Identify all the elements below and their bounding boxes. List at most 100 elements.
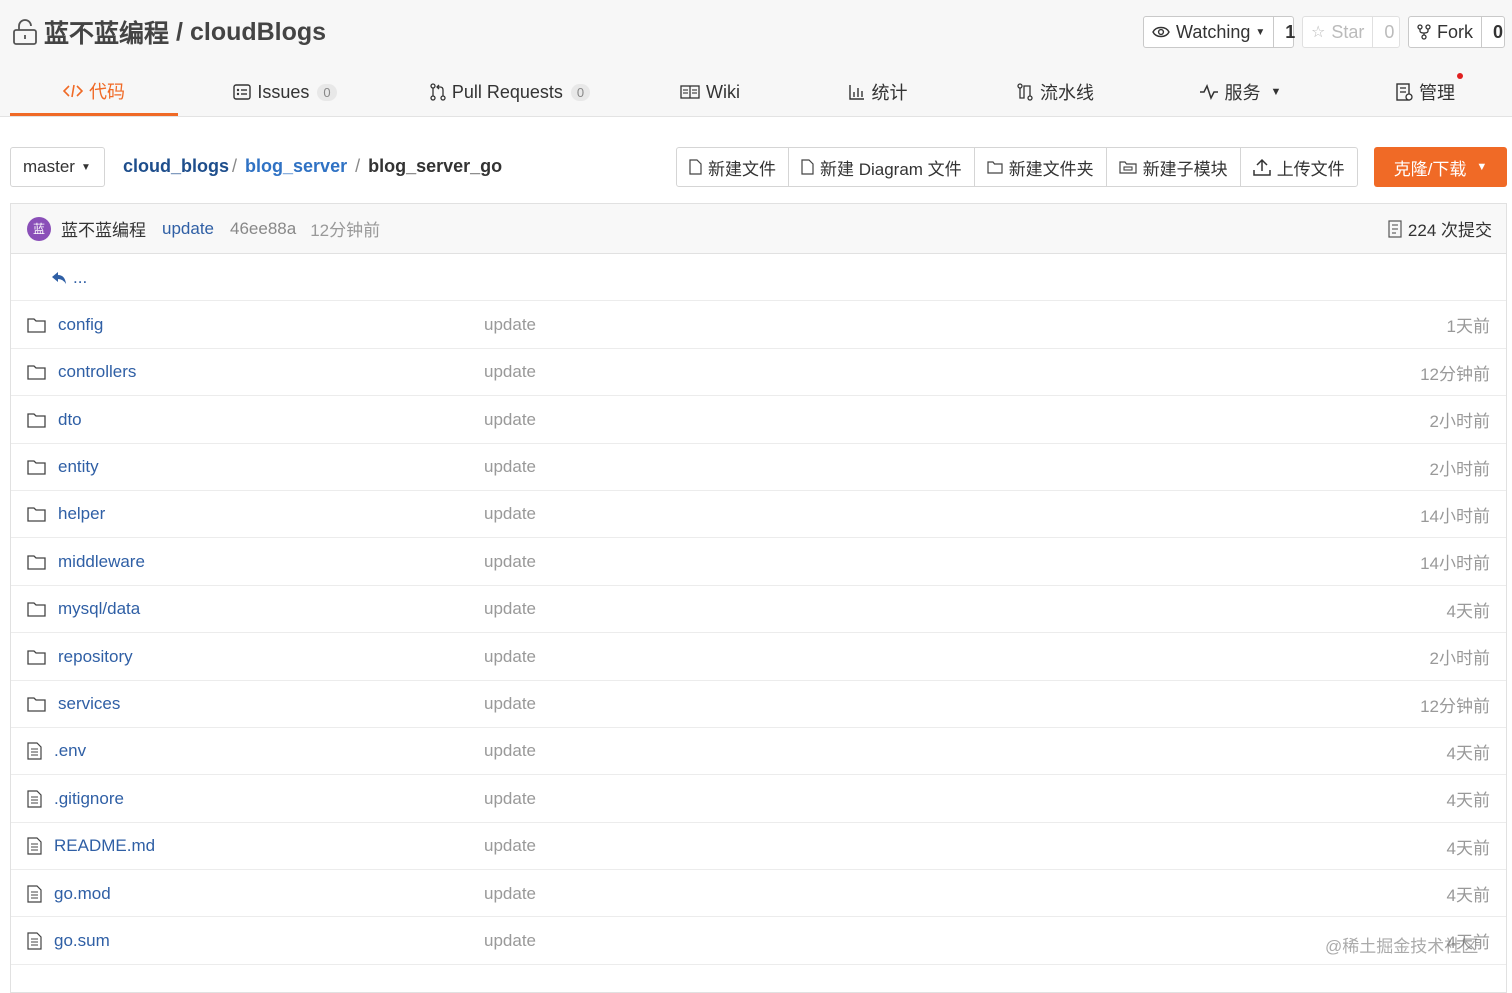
new-folder-label: 新建文件夹 xyxy=(1008,159,1094,179)
parent-directory-row[interactable]: ... xyxy=(11,254,1506,302)
watch-button[interactable]: Watching ▼ 1 xyxy=(1143,16,1295,48)
file-commit-message[interactable]: update xyxy=(484,396,536,443)
folder-link[interactable]: services xyxy=(27,681,120,728)
file-commit-time: 12分钟前 xyxy=(1420,364,1490,384)
file-commit-message[interactable]: update xyxy=(484,301,536,348)
parent-directory-link[interactable]: ... xyxy=(51,254,87,301)
file-commit-message[interactable]: update xyxy=(484,444,536,491)
file-commit-message[interactable]: update xyxy=(484,870,536,917)
commit-count-link[interactable]: 224 次提交 xyxy=(1388,204,1492,253)
tab-code[interactable]: 代码 xyxy=(10,68,178,116)
avatar[interactable]: 蓝 xyxy=(27,216,51,241)
upload-file-label: 上传文件 xyxy=(1276,159,1345,179)
chevron-down-icon: ▼ xyxy=(1255,26,1266,38)
folder-link[interactable]: repository xyxy=(27,633,133,680)
file-row[interactable]: dto update 2小时前 xyxy=(11,396,1506,444)
file-name: mysql/data xyxy=(58,599,141,619)
new-file-button[interactable]: 新建文件 xyxy=(677,148,789,186)
commit-message[interactable]: update xyxy=(162,219,214,239)
file-commit-message[interactable]: update xyxy=(484,633,536,680)
file-commit-message[interactable]: update xyxy=(484,586,536,633)
clone-download-button[interactable]: 克隆/下载 ▼ xyxy=(1374,147,1507,187)
file-commit-time: 4天前 xyxy=(1446,601,1490,621)
file-row[interactable]: README.md update 4天前 xyxy=(11,823,1506,871)
new-folder-button[interactable]: 新建文件夹 xyxy=(975,148,1107,186)
folder-link[interactable]: controllers xyxy=(27,349,136,396)
file-row[interactable]: go.mod update 4天前 xyxy=(11,870,1506,918)
folder-link[interactable]: mysql/data xyxy=(27,586,140,633)
file-row[interactable]: go.sum update 4天前 xyxy=(11,917,1506,965)
file-commit-message[interactable]: update xyxy=(484,491,536,538)
commit-author[interactable]: 蓝不蓝编程 xyxy=(61,216,146,241)
file-link[interactable]: README.md xyxy=(27,823,155,870)
new-submodule-button[interactable]: 新建子模块 xyxy=(1107,148,1241,186)
fork-button[interactable]: Fork 0 xyxy=(1408,16,1505,48)
file-link[interactable]: go.mod xyxy=(27,870,111,917)
file-row[interactable]: services update 12分钟前 xyxy=(11,681,1506,728)
branch-selector[interactable]: master ▼ xyxy=(10,147,105,187)
file-commit-message[interactable]: update xyxy=(484,728,536,775)
watch-toggle[interactable]: Watching ▼ xyxy=(1144,17,1275,47)
notification-dot xyxy=(1457,73,1463,79)
file-list: config update 1天前 controllers update 12分钟前 dto… xyxy=(11,301,1506,965)
file-commit-message[interactable]: update xyxy=(484,775,536,822)
file-commit-time: 14小时前 xyxy=(1420,506,1490,526)
fork-count[interactable]: 0 xyxy=(1482,17,1512,47)
file-link[interactable]: .env xyxy=(27,728,86,775)
watch-label: Watching xyxy=(1176,21,1251,42)
file-commit-message[interactable]: update xyxy=(484,538,536,585)
repo-owner-link[interactable]: 蓝不蓝编程 xyxy=(44,14,169,50)
fork-label: Fork xyxy=(1437,21,1473,42)
file-commit-message[interactable]: update xyxy=(484,349,536,396)
tab-stats[interactable]: 统计 xyxy=(815,68,940,116)
repo-name-link[interactable]: cloudBlogs xyxy=(190,18,326,47)
file-row[interactable]: repository update 2小时前 xyxy=(11,633,1506,681)
fork-toggle[interactable]: Fork xyxy=(1409,17,1482,47)
breadcrumb-dir[interactable]: blog_server xyxy=(245,156,347,177)
chevron-down-icon: ▼ xyxy=(1476,161,1488,173)
star-toggle[interactable]: ☆ Star xyxy=(1303,17,1374,47)
star-button[interactable]: ☆ Star 0 xyxy=(1302,16,1400,48)
file-commit-message[interactable]: update xyxy=(484,823,536,870)
folder-icon xyxy=(27,506,52,523)
file-row[interactable]: mysql/data update 4天前 xyxy=(11,586,1506,634)
file-icon xyxy=(27,790,48,808)
new-diagram-button[interactable]: 新建 Diagram 文件 xyxy=(789,148,975,186)
file-link[interactable]: go.sum xyxy=(27,917,110,964)
service-icon xyxy=(1199,84,1218,100)
file-row[interactable]: helper update 14小时前 xyxy=(11,491,1506,539)
tab-wiki[interactable]: Wiki xyxy=(650,68,770,116)
star-count[interactable]: 0 xyxy=(1373,17,1405,47)
tab-issues[interactable]: Issues 0 xyxy=(200,68,370,116)
file-row[interactable]: .env update 4天前 xyxy=(11,728,1506,776)
folder-link[interactable]: entity xyxy=(27,444,99,491)
file-commit-message[interactable]: update xyxy=(484,917,536,964)
file-row[interactable]: .gitignore update 4天前 xyxy=(11,775,1506,823)
file-commit-message[interactable]: update xyxy=(484,681,536,728)
tab-manage[interactable]: 管理 xyxy=(1375,68,1475,116)
parent-directory-label: ... xyxy=(73,267,88,287)
commit-hash[interactable]: 46ee88a xyxy=(230,219,296,239)
file-row[interactable]: entity update 2小时前 xyxy=(11,444,1506,491)
file-name: config xyxy=(58,314,104,334)
tab-pipeline[interactable]: 流水线 xyxy=(985,68,1125,116)
folder-link[interactable]: dto xyxy=(27,396,82,443)
file-row[interactable]: middleware update 14小时前 xyxy=(11,538,1506,586)
file-link[interactable]: .gitignore xyxy=(27,775,124,822)
folder-link[interactable]: middleware xyxy=(27,538,145,585)
breadcrumb-root[interactable]: cloud_blogs xyxy=(123,156,229,177)
file-commit-time: 2小时前 xyxy=(1429,412,1490,432)
folder-icon xyxy=(27,554,52,570)
folder-link[interactable]: helper xyxy=(27,491,105,538)
tab-wiki-label: Wiki xyxy=(706,81,740,102)
pipeline-icon xyxy=(1017,83,1033,101)
folder-link[interactable]: config xyxy=(27,301,103,348)
new-submodule-label: 新建子模块 xyxy=(1142,159,1228,179)
upload-file-button[interactable]: 上传文件 xyxy=(1241,148,1357,186)
file-name: middleware xyxy=(58,551,145,571)
tab-pull-requests[interactable]: Pull Requests 0 xyxy=(400,68,620,116)
file-row[interactable]: config update 1天前 xyxy=(11,301,1506,349)
folder-icon xyxy=(27,649,52,665)
tab-service[interactable]: 服务 ▼ xyxy=(1170,68,1310,116)
file-row[interactable]: controllers update 12分钟前 xyxy=(11,349,1506,397)
